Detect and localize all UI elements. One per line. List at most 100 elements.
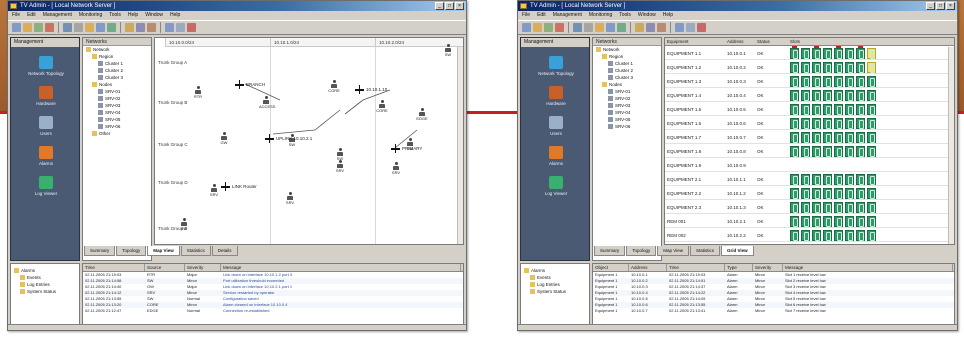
tree-node[interactable]: SRV-03: [83, 102, 151, 109]
slot-cell[interactable]: [867, 188, 876, 199]
equipment-row[interactable]: EQUIPMENT 2.1 10.10.1.1 OK: [665, 173, 954, 186]
equipment-row[interactable]: EQUIPMENT 1.3 10.10.0.3 OK: [665, 75, 954, 88]
menu-tools[interactable]: Tools: [619, 11, 631, 20]
equipment-grid[interactable]: Equipment Address Status Slots EQUIPMENT 1.1…: [664, 37, 955, 245]
equipment-row[interactable]: EQUIPMENT 1.1 10.10.0.1 OK: [665, 47, 954, 60]
slot-cell[interactable]: [845, 62, 854, 73]
slot-cell[interactable]: [801, 76, 810, 87]
device-node[interactable]: SRV: [283, 192, 297, 205]
junction-node[interactable]: 10.10.1.10: [355, 85, 387, 94]
device-node[interactable]: CORE: [375, 100, 389, 113]
slot-cell[interactable]: [834, 118, 843, 129]
nav-item-users[interactable]: Users: [521, 116, 591, 136]
toolbar-button-icon[interactable]: [584, 23, 593, 32]
slot-cell[interactable]: [867, 48, 876, 59]
tree-node[interactable]: Cluster 3: [593, 74, 661, 81]
toolbar-button-icon[interactable]: [125, 23, 134, 32]
junction-node[interactable]: PRIMARY: [391, 144, 422, 153]
grid-column-header[interactable]: Slots: [790, 38, 800, 46]
tree-node[interactable]: Nodes: [83, 81, 151, 88]
menu-monitoring[interactable]: Monitoring: [79, 11, 102, 20]
slot-cell[interactable]: [823, 132, 832, 143]
log-column-header[interactable]: Message: [783, 264, 953, 271]
toolbar-button-icon[interactable]: [573, 23, 582, 32]
toolbar-button-icon[interactable]: [555, 23, 564, 32]
slot-cell[interactable]: [812, 146, 821, 157]
slot-cell[interactable]: [867, 76, 876, 87]
tab-summary[interactable]: Summary: [594, 246, 626, 256]
toolbar-button-icon[interactable]: [63, 23, 72, 32]
toolbar-button-icon[interactable]: [544, 23, 553, 32]
slot-cell[interactable]: [834, 90, 843, 101]
tab-details[interactable]: Details: [211, 246, 238, 256]
slot-cell[interactable]: [823, 174, 832, 185]
slot-cell[interactable]: [812, 104, 821, 115]
slot-cell[interactable]: [812, 202, 821, 213]
toolbar-button-icon[interactable]: [136, 23, 145, 32]
tree-node[interactable]: Region: [593, 53, 661, 60]
toolbar-button-icon[interactable]: [85, 23, 94, 32]
menu-management[interactable]: Management: [553, 11, 582, 20]
nav-item-network[interactable]: Network Topology: [521, 56, 591, 76]
slot-cell[interactable]: [812, 174, 821, 185]
minimize-button[interactable]: _: [926, 2, 935, 10]
toolbar-button-icon[interactable]: [522, 23, 531, 32]
slot-cell[interactable]: [812, 216, 821, 227]
tree-node[interactable]: SRV-04: [83, 109, 151, 116]
menu-file[interactable]: File: [12, 11, 20, 20]
slot-cell[interactable]: [812, 132, 821, 143]
slot-cell[interactable]: [856, 216, 865, 227]
slot-cell[interactable]: [834, 188, 843, 199]
tree-node[interactable]: SRV-01: [593, 88, 661, 95]
toolbar-button-icon[interactable]: [96, 23, 105, 32]
nav-item-users[interactable]: Users: [11, 116, 81, 136]
log-column-header[interactable]: Time: [667, 264, 725, 271]
toolbar-button-icon[interactable]: [686, 23, 695, 32]
event-tree-node[interactable]: Log Entries: [11, 281, 79, 288]
menu-monitoring[interactable]: Monitoring: [589, 11, 612, 20]
slot-cell[interactable]: [801, 174, 810, 185]
device-node[interactable]: SW: [441, 44, 455, 57]
slot-cell[interactable]: [845, 230, 854, 241]
toolbar-button-icon[interactable]: [34, 23, 43, 32]
slot-cell[interactable]: [790, 48, 799, 59]
maximize-button[interactable]: □: [936, 2, 945, 10]
tree-node[interactable]: SRV-01: [83, 88, 151, 95]
slot-cell[interactable]: [845, 146, 854, 157]
log-column-header[interactable]: Message: [221, 264, 461, 271]
slot-cell[interactable]: [823, 104, 832, 115]
tree-node[interactable]: SRV-06: [593, 123, 661, 130]
equipment-row[interactable]: EQUIPMENT 2.3 10.10.1.3 OK: [665, 201, 954, 214]
event-tree-node[interactable]: System Status: [11, 288, 79, 295]
toolbar-button-icon[interactable]: [606, 23, 615, 32]
toolbar-button-icon[interactable]: [697, 23, 706, 32]
equipment-row[interactable]: EQUIPMENT 2.2 10.10.1.2 OK: [665, 187, 954, 200]
log-column-header[interactable]: Severity: [185, 264, 221, 271]
menu-help[interactable]: Help: [170, 11, 180, 20]
device-node[interactable]: RTR: [191, 86, 205, 99]
slot-cell[interactable]: [801, 62, 810, 73]
slot-cell[interactable]: [867, 132, 876, 143]
tree-node[interactable]: SRV-02: [593, 95, 661, 102]
menu-help[interactable]: Help: [128, 11, 138, 20]
slot-cell[interactable]: [856, 76, 865, 87]
menu-file[interactable]: File: [522, 11, 530, 20]
toolbar-button-icon[interactable]: [533, 23, 542, 32]
slot-cell[interactable]: [823, 76, 832, 87]
slot-cell[interactable]: [801, 230, 810, 241]
toolbar-button-icon[interactable]: [187, 23, 196, 32]
maximize-button[interactable]: □: [445, 2, 454, 10]
toolbar-button-icon[interactable]: [646, 23, 655, 32]
slot-cell[interactable]: [845, 202, 854, 213]
tree-node[interactable]: Cluster 1: [83, 60, 151, 67]
device-node[interactable]: CORE: [327, 80, 341, 93]
slot-cell[interactable]: [834, 132, 843, 143]
slot-cell[interactable]: [856, 118, 865, 129]
slot-cell[interactable]: [801, 132, 810, 143]
toolbar-button-icon[interactable]: [147, 23, 156, 32]
slot-cell[interactable]: [790, 146, 799, 157]
device-node[interactable]: ACCESS: [259, 96, 275, 109]
tab-statistics[interactable]: Statistics: [180, 246, 211, 256]
toolbar-button-icon[interactable]: [635, 23, 644, 32]
slot-cell[interactable]: [856, 48, 865, 59]
